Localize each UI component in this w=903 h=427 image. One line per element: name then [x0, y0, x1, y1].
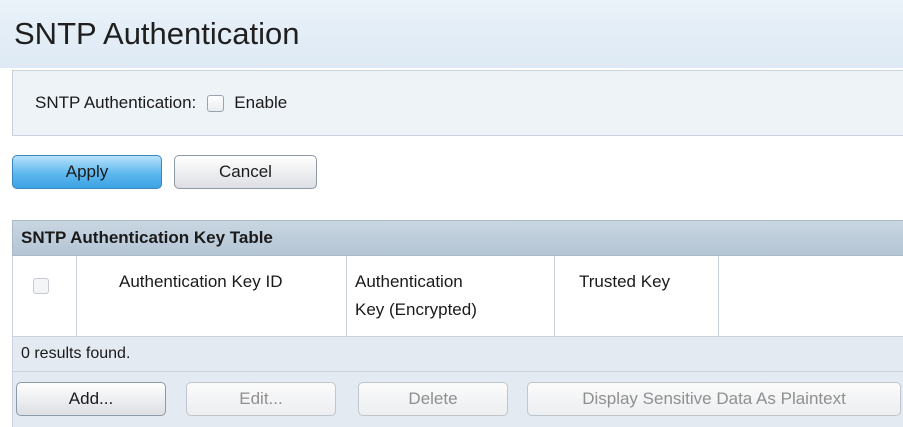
column-key-encrypted-line2: Key (Encrypted) — [355, 300, 477, 319]
page-title: SNTP Authentication — [0, 0, 903, 68]
sntp-auth-settings-panel: SNTP Authentication: Enable — [12, 70, 903, 136]
column-trusted-key-label: Trusted Key — [579, 272, 671, 291]
column-key-encrypted: Authentication Key (Encrypted) — [347, 256, 555, 336]
column-key-encrypted-label: Authentication Key (Encrypted) — [355, 268, 477, 324]
enable-checkbox[interactable] — [207, 94, 225, 112]
key-table-column-headers: Authentication Key ID Authentication Key… — [12, 256, 903, 336]
column-trusted-key: Trusted Key — [555, 256, 719, 336]
results-count: 0 results found. — [12, 336, 903, 372]
cancel-button[interactable]: Cancel — [174, 155, 317, 189]
enable-label[interactable]: Enable — [234, 93, 287, 113]
delete-button[interactable]: Delete — [358, 382, 508, 416]
apply-button[interactable]: Apply — [12, 155, 162, 189]
edit-button[interactable]: Edit... — [186, 382, 336, 416]
select-all-column — [13, 256, 77, 336]
column-key-id-label: Authentication Key ID — [119, 272, 283, 291]
column-key-id: Authentication Key ID — [77, 256, 347, 336]
key-table-title: SNTP Authentication Key Table — [12, 220, 903, 256]
add-button[interactable]: Add... — [16, 382, 166, 416]
sntp-auth-label: SNTP Authentication: — [35, 93, 197, 112]
select-all-checkbox[interactable] — [33, 278, 49, 294]
column-key-encrypted-line1: Authentication — [355, 272, 463, 291]
display-plaintext-button[interactable]: Display Sensitive Data As Plaintext — [527, 382, 901, 416]
